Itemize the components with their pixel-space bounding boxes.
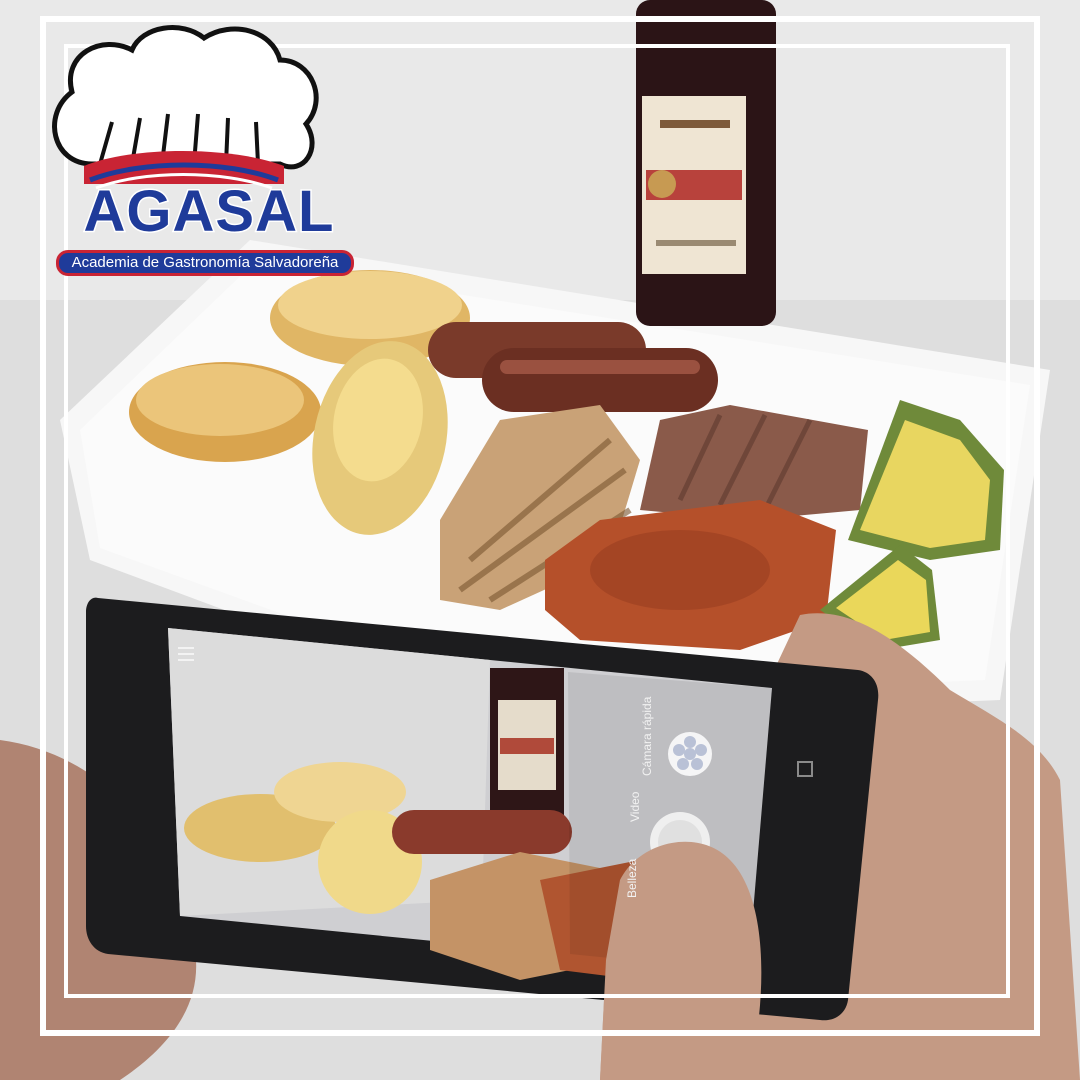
agasal-logo: AGASAL Academia de Gastronomía Salvadore… xyxy=(22,14,354,304)
brand-tagline: Academia de Gastronomía Salvadoreña xyxy=(56,250,354,276)
brand-wordmark: AGASAL xyxy=(82,178,335,245)
